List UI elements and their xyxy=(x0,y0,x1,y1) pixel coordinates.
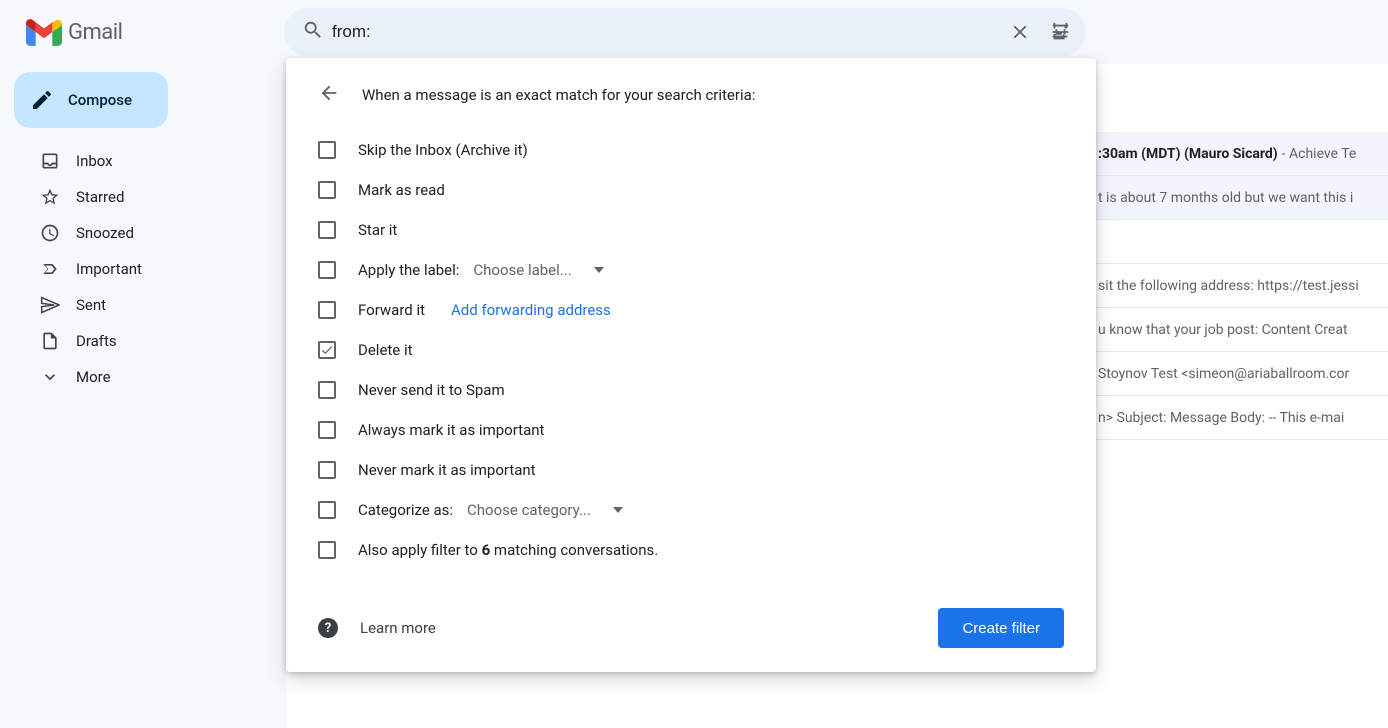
checkbox[interactable] xyxy=(318,141,336,159)
learn-more-link[interactable]: Learn more xyxy=(360,619,436,637)
search-bar[interactable] xyxy=(284,8,1086,56)
option-label: Star it xyxy=(358,221,397,239)
inbox-icon xyxy=(40,151,60,171)
dropdown-arrow-icon xyxy=(613,505,623,515)
nav-label: Important xyxy=(76,260,142,278)
nav-label: Drafts xyxy=(76,332,117,350)
checkbox[interactable] xyxy=(318,421,336,439)
option-delete-it[interactable]: Delete it xyxy=(318,330,1064,370)
option-label: Never send it to Spam xyxy=(358,381,505,399)
panel-heading: When a message is an exact match for you… xyxy=(362,86,755,104)
option-skip-inbox[interactable]: Skip the Inbox (Archive it) xyxy=(318,130,1064,170)
send-icon xyxy=(40,295,60,315)
option-apply-also[interactable]: Also apply filter to 6 matching conversa… xyxy=(318,530,1064,570)
sidebar-item-sent[interactable]: Sent xyxy=(14,288,248,322)
star-icon xyxy=(40,187,60,207)
checkbox[interactable] xyxy=(318,341,336,359)
checkbox[interactable] xyxy=(318,381,336,399)
pencil-icon xyxy=(30,88,54,112)
option-label: Always mark it as important xyxy=(358,421,544,439)
important-icon xyxy=(40,259,60,279)
nav-label: More xyxy=(76,368,111,386)
sidebar-item-important[interactable]: Important xyxy=(14,252,248,286)
option-categorize[interactable]: Categorize as: Choose category... xyxy=(318,490,1064,530)
sidebar: Compose Inbox Starred Snoozed Important … xyxy=(0,64,258,728)
nav-label: Inbox xyxy=(76,152,113,170)
draft-icon xyxy=(40,331,60,351)
option-label: Forward it xyxy=(358,301,425,319)
expand-icon xyxy=(40,367,60,387)
create-filter-button[interactable]: Create filter xyxy=(938,608,1064,648)
compose-label: Compose xyxy=(68,91,132,109)
checkbox[interactable] xyxy=(318,221,336,239)
option-mark-read[interactable]: Mark as read xyxy=(318,170,1064,210)
app-header: Gmail xyxy=(0,0,1388,64)
clear-search-icon[interactable] xyxy=(1000,12,1040,52)
compose-button[interactable]: Compose xyxy=(14,72,168,128)
option-always-important[interactable]: Always mark it as important xyxy=(318,410,1064,450)
clock-icon xyxy=(40,223,60,243)
checkbox[interactable] xyxy=(318,461,336,479)
search-icon[interactable] xyxy=(302,19,332,45)
dropdown-arrow-icon xyxy=(594,265,604,275)
option-apply-label[interactable]: Apply the label: Choose label... xyxy=(318,250,1064,290)
option-star-it[interactable]: Star it xyxy=(318,210,1064,250)
add-forwarding-link[interactable]: Add forwarding address xyxy=(451,301,611,319)
checkbox[interactable] xyxy=(318,261,336,279)
sidebar-item-snoozed[interactable]: Snoozed xyxy=(14,216,248,250)
option-forward-it[interactable]: Forward it Add forwarding address xyxy=(318,290,1064,330)
choose-label-dropdown[interactable]: Choose label... xyxy=(469,259,607,281)
sidebar-item-starred[interactable]: Starred xyxy=(14,180,248,214)
product-name: Gmail xyxy=(68,20,122,45)
option-never-important[interactable]: Never mark it as important xyxy=(318,450,1064,490)
sidebar-item-more[interactable]: More xyxy=(14,360,248,394)
option-label: Mark as read xyxy=(358,181,445,199)
sidebar-item-inbox[interactable]: Inbox xyxy=(14,144,248,178)
option-label: Skip the Inbox (Archive it) xyxy=(358,141,528,159)
logo[interactable]: Gmail xyxy=(26,18,284,46)
nav-label: Starred xyxy=(76,188,124,206)
help-icon[interactable]: ? xyxy=(318,618,338,638)
option-label: Also apply filter to 6 matching conversa… xyxy=(358,541,658,559)
nav-label: Snoozed xyxy=(76,224,134,242)
choose-category-dropdown[interactable]: Choose category... xyxy=(463,499,627,521)
option-label: Delete it xyxy=(358,341,413,359)
option-label: Never mark it as important xyxy=(358,461,536,479)
sidebar-item-drafts[interactable]: Drafts xyxy=(14,324,248,358)
back-arrow-icon[interactable] xyxy=(318,82,340,108)
search-input[interactable] xyxy=(332,22,1000,42)
option-label: Apply the label: xyxy=(358,261,459,279)
checkbox[interactable] xyxy=(318,301,336,319)
search-options-icon[interactable] xyxy=(1040,12,1080,52)
option-never-spam[interactable]: Never send it to Spam xyxy=(318,370,1064,410)
checkbox[interactable] xyxy=(318,541,336,559)
create-filter-panel: When a message is an exact match for you… xyxy=(286,58,1096,672)
option-label: Categorize as: xyxy=(358,501,453,519)
gmail-logo-icon xyxy=(26,18,62,46)
nav-label: Sent xyxy=(76,296,106,314)
checkbox[interactable] xyxy=(318,181,336,199)
checkbox[interactable] xyxy=(318,501,336,519)
